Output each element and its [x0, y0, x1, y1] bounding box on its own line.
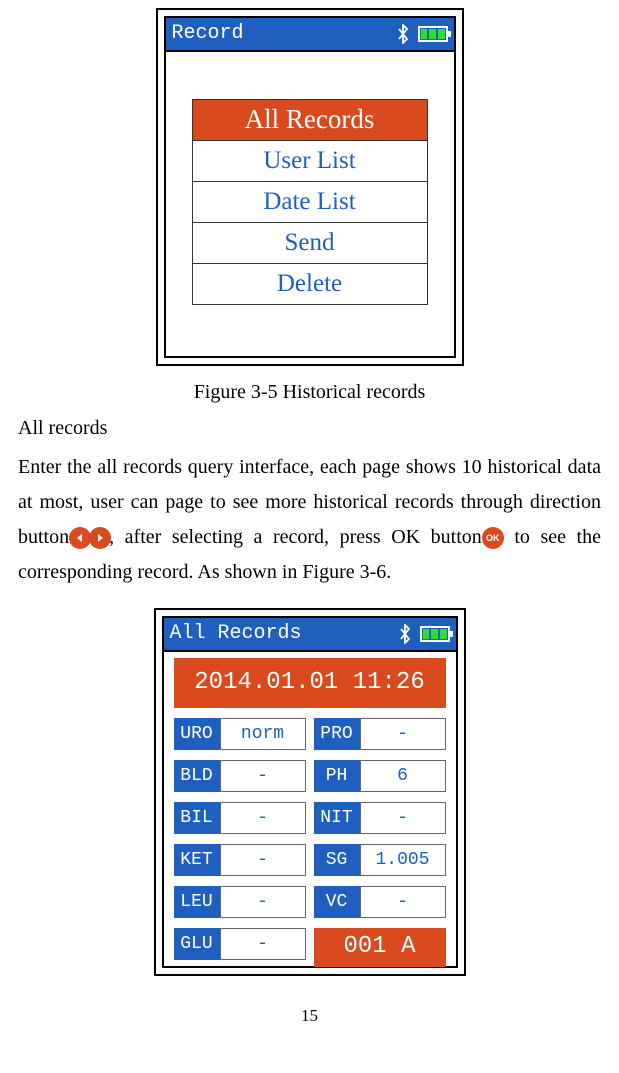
menu-user-list[interactable]: User List: [192, 140, 428, 182]
param-ph-value: 6: [360, 760, 446, 792]
menu-send[interactable]: Send: [192, 222, 428, 264]
param-bil-label: BIL: [174, 802, 220, 834]
ok-button-icon: OK: [482, 527, 504, 549]
battery-icon: [420, 626, 450, 642]
titlebar-all-records: All Records: [164, 618, 456, 652]
page-number: 15: [18, 1002, 601, 1029]
subheading-all-records: All records: [18, 412, 601, 444]
param-leu: LEU-: [174, 886, 306, 918]
param-vc-value: -: [360, 886, 446, 918]
record-detail-body: 2014.01.01 11:26 UROnorm PRO- BLD- PH6 B…: [164, 652, 456, 975]
para-part2: , after selecting a record, press OK but…: [109, 526, 482, 548]
titlebar-icons: [396, 24, 448, 44]
figure-caption: Figure 3-5 Historical records: [18, 376, 601, 408]
param-bld-value: -: [220, 760, 306, 792]
param-uro-value: norm: [220, 718, 306, 750]
bluetooth-icon: [398, 624, 412, 644]
param-ph: PH6: [314, 760, 446, 792]
param-ket-label: KET: [174, 844, 220, 876]
screen1-title: Record: [172, 18, 244, 50]
record-menu: All Records User List Date List Send Del…: [166, 52, 454, 356]
param-vc: VC-: [314, 886, 446, 918]
param-vc-label: VC: [314, 886, 360, 918]
body-paragraph: Enter the all records query interface, e…: [18, 450, 601, 590]
battery-icon: [418, 26, 448, 42]
bluetooth-icon: [396, 24, 410, 44]
param-sg: SG1.005: [314, 844, 446, 876]
param-leu-value: -: [220, 886, 306, 918]
param-sg-label: SG: [314, 844, 360, 876]
param-nit-value: -: [360, 802, 446, 834]
param-glu: GLU-: [174, 928, 306, 960]
param-nit: NIT-: [314, 802, 446, 834]
param-bil: BIL-: [174, 802, 306, 834]
param-glu-label: GLU: [174, 928, 220, 960]
all-records-detail-figure: All Records 2014.01.01 11:26 UROnorm PRO…: [154, 608, 466, 976]
param-uro-label: URO: [174, 718, 220, 750]
param-bld-label: BLD: [174, 760, 220, 792]
right-arrow-icon: [89, 527, 111, 549]
record-screen-inner: Record All Records User List Date List S…: [164, 16, 456, 358]
menu-date-list-label: Date List: [263, 182, 355, 222]
param-uro: UROnorm: [174, 718, 306, 750]
param-ket-value: -: [220, 844, 306, 876]
menu-send-label: Send: [285, 223, 335, 263]
menu-all-records-label: All Records: [245, 98, 375, 141]
record-timestamp: 2014.01.01 11:26: [174, 658, 446, 708]
record-screen-figure: Record All Records User List Date List S…: [156, 8, 464, 366]
direction-buttons-icon: [69, 527, 109, 549]
titlebar-record: Record: [166, 18, 454, 52]
record-id: 001 A: [314, 928, 446, 966]
param-glu-value: -: [220, 928, 306, 960]
param-ph-label: PH: [314, 760, 360, 792]
left-arrow-icon: [69, 527, 91, 549]
menu-user-list-label: User List: [263, 141, 355, 181]
all-records-detail-inner: All Records 2014.01.01 11:26 UROnorm PRO…: [162, 616, 458, 968]
param-bil-value: -: [220, 802, 306, 834]
param-nit-label: NIT: [314, 802, 360, 834]
menu-delete[interactable]: Delete: [192, 263, 428, 305]
param-leu-label: LEU: [174, 886, 220, 918]
params-grid: UROnorm PRO- BLD- PH6 BIL- NIT- KET- SG1…: [164, 710, 456, 974]
menu-all-records[interactable]: All Records: [192, 99, 428, 141]
menu-delete-label: Delete: [277, 264, 342, 304]
param-ket: KET-: [174, 844, 306, 876]
param-pro-value: -: [360, 718, 446, 750]
param-pro-label: PRO: [314, 718, 360, 750]
titlebar-icons-2: [398, 624, 450, 644]
screen2-title: All Records: [170, 618, 302, 650]
param-sg-value: 1.005: [360, 844, 446, 876]
param-pro: PRO-: [314, 718, 446, 750]
param-bld: BLD-: [174, 760, 306, 792]
menu-date-list[interactable]: Date List: [192, 181, 428, 223]
